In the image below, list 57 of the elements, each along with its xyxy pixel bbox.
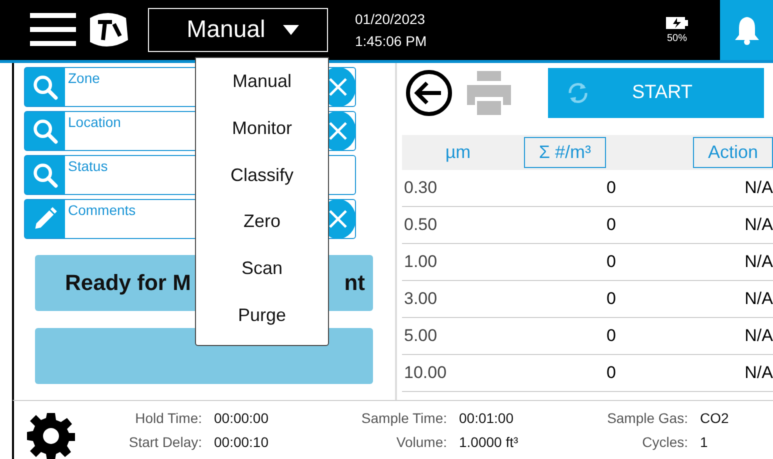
column-header: µm (445, 142, 471, 162)
table-cell: N/A (744, 289, 773, 308)
table-cell: 0.30 (404, 178, 438, 197)
table-cell: 0 (606, 289, 616, 308)
field-label: Comments (67, 201, 136, 218)
table-cell: N/A (744, 326, 773, 345)
setting-label: Start Delay: (128, 434, 202, 450)
menu-item[interactable]: Classify (226, 160, 298, 190)
table-cell: N/A (744, 215, 773, 234)
field-label: Status (67, 157, 108, 174)
settings-icon[interactable] (26, 411, 76, 459)
setting-value: 1 (700, 434, 709, 450)
menu-icon[interactable] (30, 13, 76, 47)
search-icon (32, 74, 58, 100)
table-cell: 0 (606, 215, 616, 234)
menu-item[interactable]: Purge (234, 301, 290, 330)
table-cell: 3.00 (404, 289, 438, 308)
table-cell: N/A (744, 363, 773, 382)
search-icon (32, 162, 58, 188)
setting-label: Sample Time: (360, 410, 447, 426)
menu-item[interactable]: Monitor (228, 114, 296, 143)
battery-level: 50% (666, 32, 687, 44)
date: 01/20/2023 (355, 11, 426, 27)
setting-value: 1.0000 ft³ (459, 434, 520, 450)
table-cell: 0.50 (404, 215, 438, 234)
table-cell: 0 (606, 178, 616, 197)
bell-icon (732, 15, 760, 45)
setting-label: Volume: (395, 434, 447, 450)
back-icon[interactable] (405, 69, 453, 117)
status-text: nt (344, 270, 365, 296)
setting-label: Hold Time: (134, 410, 202, 426)
table-cell: 10.00 (404, 363, 447, 382)
battery-icon (666, 16, 688, 28)
mode-dropdown[interactable]: Manual (148, 8, 328, 52)
menu-item[interactable]: Scan (237, 254, 287, 284)
table-cell: 5.00 (404, 326, 438, 345)
notification-button[interactable] (720, 0, 773, 60)
setting-label: Cycles: (641, 434, 688, 450)
time: 1:45:06 PM (355, 33, 427, 49)
setting-value: 00:00:10 (214, 434, 270, 450)
menu-item[interactable]: Zero (239, 207, 284, 236)
table-cell: N/A (744, 178, 773, 197)
search-icon (32, 118, 58, 144)
table-cell: 1.00 (404, 252, 438, 271)
table-cell: 0 (606, 252, 616, 271)
table-cell: 0 (606, 363, 616, 382)
menu-item[interactable]: Manual (228, 66, 296, 96)
setting-label: Sample Gas: (606, 410, 688, 426)
caret-icon (283, 25, 300, 35)
field-label: Zone (67, 69, 100, 86)
field-label: Location (67, 113, 121, 130)
table-cell: 0 (606, 326, 616, 345)
status-text: Ready for M (65, 270, 191, 296)
setting-value: CO2 (700, 410, 729, 426)
setting-value: 00:00:00 (214, 410, 270, 426)
table-cell: N/A (744, 252, 773, 271)
setting-value: 00:01:00 (459, 410, 514, 426)
